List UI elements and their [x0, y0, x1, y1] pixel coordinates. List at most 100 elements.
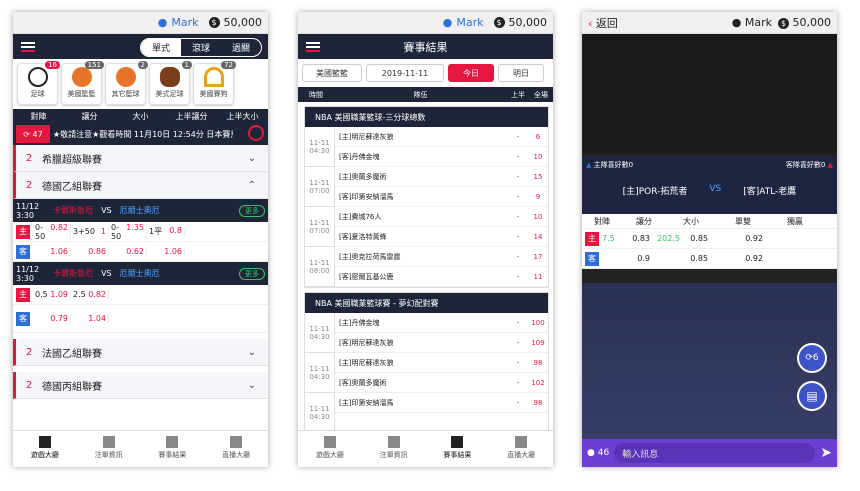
username[interactable]: Mark — [745, 16, 772, 29]
sport-basketball[interactable]: 美國籃籃 151 — [61, 61, 104, 105]
back-button[interactable]: ‹ 返回 — [588, 15, 618, 31]
home-team: [主]丹佛金塊 — [335, 313, 508, 333]
menu-icon[interactable] — [21, 41, 35, 52]
odds-line: 3+50 — [73, 227, 95, 236]
home-icon — [38, 436, 51, 448]
odds-value[interactable]: 0.83 — [624, 234, 650, 243]
odds-cell[interactable]: 0.62 — [109, 247, 147, 256]
odds-cell[interactable]: 0.86 — [71, 247, 109, 256]
odds-cell[interactable]: 2.5 0.82 — [71, 290, 109, 299]
odds-header: 對陣 讓分 大小 單雙 獨贏 — [582, 214, 837, 229]
result-hour: 04:30 — [309, 372, 330, 381]
col-full: 全場 — [534, 90, 548, 99]
odds-line: 0.5 — [35, 290, 48, 299]
half-score: - — [516, 192, 520, 201]
result-date: 11-11 — [309, 258, 330, 267]
tab-lobby[interactable]: 遊戲大廳 — [13, 431, 77, 467]
home-team: 卡爾斯魯厄 — [53, 206, 94, 215]
announcement-text: ★敬請注意★觀看時間 11月10日 12:54分 日本賽馬-東 — [53, 129, 233, 139]
basketball-icon — [71, 67, 92, 87]
sport-select[interactable]: 美國籃籃 — [302, 64, 362, 82]
odds-cell[interactable]: 0.79 — [33, 314, 71, 323]
col-half-total: 上半大小 — [226, 111, 259, 121]
tab-parlay[interactable]: 過關 — [221, 39, 261, 56]
result-time: 11-11 04:30 — [305, 393, 335, 432]
odds-cell[interactable]: 0-50 1.35 — [109, 222, 147, 241]
username[interactable]: Mark — [456, 16, 483, 29]
full-score: 98 — [533, 398, 543, 407]
odds-cell[interactable]: 0-50 0.82 — [33, 222, 71, 241]
tab-lobby[interactable]: 遊戲大廳 — [298, 431, 362, 467]
today-button[interactable]: 今日 — [448, 64, 494, 82]
league-row[interactable]: 2 德國丙組聯賽 ⌄ — [13, 372, 268, 399]
league-count: 2 — [25, 179, 33, 191]
col-half: 上半 — [511, 90, 525, 99]
balance: 50,000 — [508, 16, 548, 29]
bet-type-segment: 單式 滾球 過關 — [139, 38, 262, 57]
video-player[interactable] — [582, 34, 837, 156]
odds-value[interactable]: 0.92 — [708, 234, 763, 243]
chevron-down-icon: ⌄ — [247, 379, 256, 391]
odds-value[interactable]: 0.92 — [708, 254, 763, 263]
tab-results[interactable]: 賽事結果 — [141, 431, 205, 467]
refresh-button[interactable]: ⟳ 47 — [16, 125, 50, 143]
refresh-count: 47 — [32, 129, 43, 139]
tab-label: 直播大廳 — [507, 451, 536, 459]
match-row: 11/12 3:30 卡爾斯魯厄 VS 厄爾士奧厄 更多 — [13, 262, 268, 285]
coin-icon: $ — [208, 17, 220, 28]
odds-value[interactable]: 0.85 — [680, 254, 708, 263]
count-badge: 72 — [221, 61, 236, 69]
results-league-title: NBA 美國職業籃球-三分球總數 — [305, 107, 548, 127]
half-score: - — [516, 318, 520, 327]
home-like-button[interactable]: ▲ 主隊喜好數0 — [586, 160, 633, 170]
league-row[interactable]: 2 法國乙組聯賽 ⌄ — [13, 339, 268, 366]
col-handicap: 讓分 — [81, 111, 98, 121]
home-tag: 主 — [585, 231, 599, 246]
sport-american-football[interactable]: 美式足球 1 — [149, 61, 192, 105]
sport-other-basketball[interactable]: 其它籃球 2 — [105, 61, 148, 105]
tab-live[interactable]: 直播大廳 — [204, 431, 268, 467]
odds-value: 1.06 — [50, 247, 68, 256]
more-button[interactable]: 更多 — [239, 267, 265, 280]
tab-single[interactable]: 單式 — [140, 39, 181, 56]
result-row: 11-11 07:00 [主]奧蘭多魔術 [客]印第安納溜馬 -15-9 — [305, 167, 548, 207]
odds-cell[interactable]: 1.04 — [71, 314, 109, 323]
tomorrow-button[interactable]: 明日 — [498, 64, 544, 82]
sport-greyhound[interactable]: 美國賽狗 72 — [193, 61, 236, 105]
odds-cell[interactable]: 0.5 1.09 — [33, 290, 71, 299]
more-button[interactable]: 更多 — [239, 204, 265, 217]
tab-bets[interactable]: 注單資訊 — [362, 431, 426, 467]
balance: 50,000 — [223, 16, 263, 29]
full-score: 9 — [535, 192, 541, 201]
sport-soccer[interactable]: 足球 16 — [17, 61, 60, 105]
tab-bets[interactable]: 注單資訊 — [77, 431, 141, 467]
odds-value[interactable]: 0.9 — [624, 254, 650, 263]
tab-label: 賽事結果 — [443, 451, 472, 459]
tab-live[interactable]: 直播大廳 — [489, 431, 553, 467]
trophy-icon — [451, 436, 464, 448]
announcement-bar: ⟳ 47 ★敬請注意★觀看時間 11月10日 12:54分 日本賽馬-東 — [13, 123, 268, 145]
odds-cell[interactable]: 1平 0.8 — [147, 226, 185, 237]
send-icon[interactable]: ➤ — [820, 445, 832, 461]
league-row[interactable]: 2 德國乙組聯賽 ⌃ — [13, 172, 268, 199]
odds-cell[interactable]: 3+50 1 — [71, 227, 109, 236]
date-picker[interactable]: 2019-11-11 — [366, 64, 444, 82]
home-like-count: 主隊喜好數0 — [593, 161, 634, 169]
away-like-button[interactable]: 客隊喜好數0 ▲ — [786, 160, 833, 170]
col-moneyline: 獨贏 — [787, 216, 803, 226]
away-like-count: 客隊喜好數0 — [785, 161, 826, 169]
search-icon[interactable] — [248, 125, 264, 141]
refresh-fab[interactable]: ⟳6 — [797, 343, 827, 373]
league-row[interactable]: 2 希臘超級聯賽 ⌄ — [13, 145, 268, 172]
message-input[interactable]: 輸入訊息 — [614, 443, 816, 463]
tab-results[interactable]: 賽事結果 — [426, 431, 490, 467]
top-bar: ‹ 返回 ● Mark $ 50,000 — [582, 12, 837, 34]
odds-cell[interactable]: 1.06 — [33, 247, 71, 256]
tab-live[interactable]: 滾球 — [181, 39, 221, 56]
odds-cell[interactable]: 1.06 — [147, 247, 185, 256]
document-fab[interactable]: ▤ — [797, 381, 827, 411]
username[interactable]: Mark — [171, 16, 198, 29]
odds-value[interactable]: 0.85 — [680, 234, 708, 243]
count-badge: 2 — [137, 61, 148, 69]
result-date: 11-11 — [309, 218, 330, 227]
